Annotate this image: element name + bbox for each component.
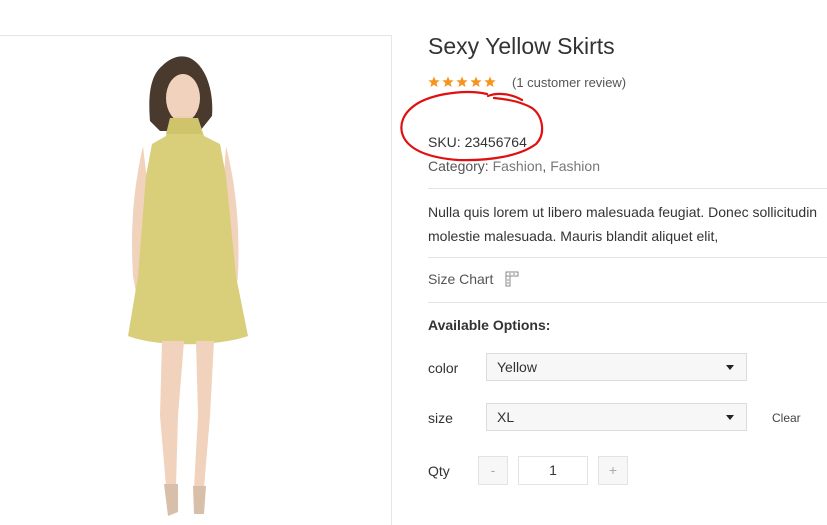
ruler-icon <box>505 271 519 287</box>
sku-value: 23456764 <box>464 134 527 150</box>
size-chart-link[interactable]: Size Chart <box>428 271 519 287</box>
quantity-increase-button[interactable]: + <box>598 456 628 485</box>
review-count-link[interactable]: (1 customer review) <box>512 75 626 90</box>
product-image[interactable] <box>0 36 392 516</box>
category-link[interactable]: Fashion <box>550 158 600 174</box>
color-select-value: Yellow <box>497 359 537 375</box>
size-select[interactable]: XL <box>486 403 747 431</box>
product-category: Category: Fashion, Fashion <box>428 158 600 174</box>
size-label: size <box>428 410 453 426</box>
divider <box>428 257 827 258</box>
star-icon <box>484 76 496 87</box>
quantity-input[interactable]: 1 <box>518 456 588 485</box>
chevron-down-icon <box>726 415 734 420</box>
size-select-value: XL <box>497 409 515 425</box>
star-icon <box>442 76 454 87</box>
star-rating <box>428 76 496 88</box>
product-description: Nulla quis lorem ut libero malesuada feu… <box>428 204 818 244</box>
size-chart-label: Size Chart <box>428 271 494 287</box>
category-label: Category: <box>428 158 489 174</box>
divider <box>428 302 827 303</box>
clear-options-link[interactable]: Clear <box>772 411 801 425</box>
product-rating: (1 customer review) <box>428 74 626 90</box>
star-icon <box>470 76 482 87</box>
product-image-panel[interactable] <box>0 35 392 525</box>
star-icon <box>428 76 440 87</box>
star-icon <box>456 76 468 87</box>
color-label: color <box>428 360 459 376</box>
quantity-label: Qty <box>428 463 450 479</box>
quantity-decrease-button[interactable]: - <box>478 456 508 485</box>
category-link[interactable]: Fashion <box>493 158 543 174</box>
sku-label: SKU: <box>428 134 461 150</box>
available-options-title: Available Options: <box>428 317 551 333</box>
product-title: Sexy Yellow Skirts <box>428 33 615 59</box>
color-select[interactable]: Yellow <box>486 353 747 381</box>
product-sku: SKU: 23456764 <box>428 134 527 150</box>
divider <box>428 188 827 189</box>
chevron-down-icon <box>726 365 734 370</box>
